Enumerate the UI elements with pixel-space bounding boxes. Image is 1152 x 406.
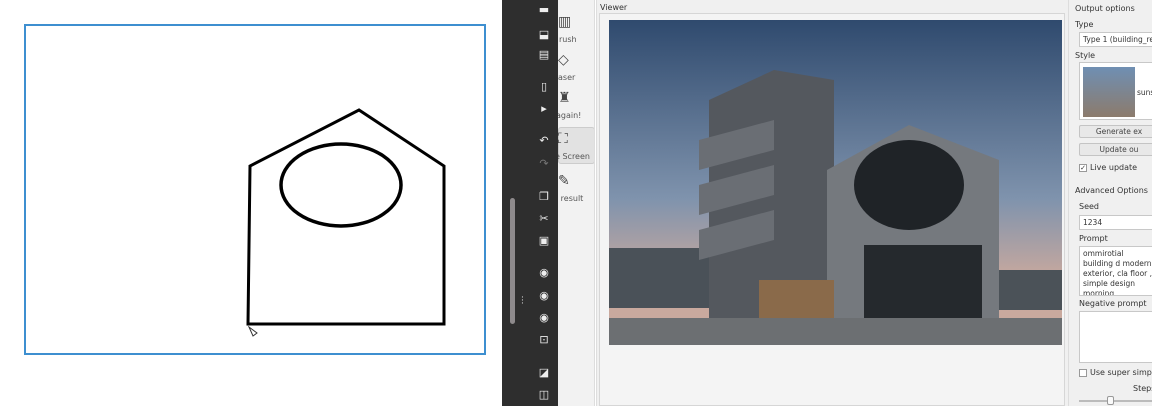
redo-icon[interactable]: ↷ [536,157,552,171]
seed-label: Seed [1079,202,1099,211]
rendered-image [609,20,1062,345]
super-simple-label: Use super simple p [1090,368,1152,377]
cut-icon[interactable]: ✂ [536,212,552,226]
zoom-selection-icon[interactable]: ⊡ [536,333,552,347]
print-icon[interactable]: ▤ [536,48,552,62]
live-update-label: Live update [1090,163,1138,172]
zoom-out-icon[interactable]: ◉ [536,289,552,303]
broom-icon: ♜ [558,90,571,106]
scrollbar[interactable] [510,198,515,324]
prompt-textarea[interactable]: ommirotial building d modern, exterior, … [1079,246,1152,296]
main-toolbar: · · · ▬ ⬓ ▤ ▯ ▸ ↶ ↷ ❐ ✂ ▣ ◉ ◉ ◉ ⊡ ◪ ◫ [502,0,558,406]
steps-label: Steps [1133,384,1152,393]
super-simple-checkbox[interactable]: Use super simple p [1079,368,1152,377]
zoom-in-icon[interactable]: ◉ [536,266,552,280]
style-label: Style [1075,51,1096,60]
negative-prompt-label: Negative prompt [1079,299,1147,308]
zoom-fit-icon[interactable]: ◉ [536,311,552,325]
style-thumbnail [1083,67,1135,117]
advanced-options-title: Advanced Options [1075,186,1148,195]
style-selector[interactable]: sunse [1079,62,1152,120]
house-outline [246,108,446,326]
undo-icon[interactable]: ↶ [536,134,552,148]
update-output-button[interactable]: Update ou [1079,143,1152,156]
negative-prompt-textarea[interactable] [1079,311,1152,363]
pen-cursor-icon [247,325,258,337]
type-select[interactable]: Type 1 (building_ren [1079,32,1152,47]
bring-front-icon[interactable]: ◪ [536,366,552,380]
import-icon[interactable]: ▯ [536,80,552,94]
type-label: Type [1075,20,1094,29]
check-icon: ✓ [1079,163,1087,172]
more-handle-icon[interactable]: · · · [521,294,525,309]
window-ellipse [279,142,403,228]
seed-input[interactable]: 1234 [1079,215,1152,230]
eraser-icon: ◇ [558,52,569,68]
checkbox-box [1079,368,1087,377]
output-options-title: Output options [1075,4,1135,13]
folder-open-icon[interactable]: ▬ [536,3,552,17]
viewer-title: Viewer [600,3,628,12]
tool-panel: ▥rush ◇aser ♜ again! ⛶e Screen ✎t result [558,0,595,406]
sketch-drawing [246,108,446,337]
viewer-box [599,13,1065,406]
generate-button[interactable]: Generate ex [1079,125,1152,138]
copy-icon[interactable]: ❐ [536,190,552,204]
lock-icon[interactable]: ◫ [536,388,552,402]
save-icon[interactable]: ⬓ [536,28,552,42]
drawing-canvas[interactable] [0,0,502,406]
live-update-checkbox[interactable]: ✓ Live update [1079,163,1137,172]
prompt-label: Prompt [1079,234,1108,243]
viewer-panel: Viewer [596,0,1068,406]
steps-slider[interactable] [1079,396,1152,405]
export-result-icon: ✎ [558,173,570,189]
brush-icon: ▥ [558,14,572,30]
style-name: sunse [1137,88,1152,97]
paste-icon[interactable]: ▣ [536,234,552,248]
fullscreen-icon: ⛶ [558,131,568,147]
export-icon[interactable]: ▸ [536,102,552,116]
output-options-panel: Output options Type Type 1 (building_ren… [1068,0,1152,406]
steps-slider-handle[interactable] [1107,396,1114,405]
